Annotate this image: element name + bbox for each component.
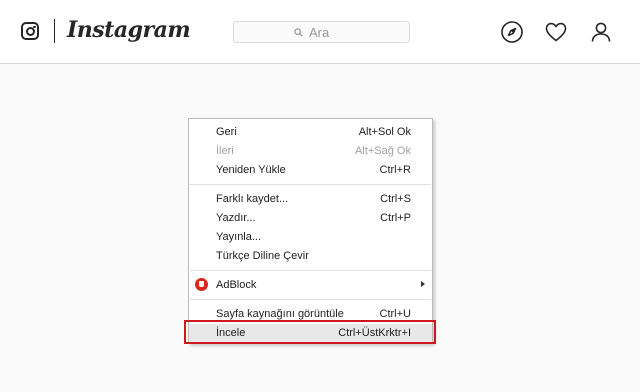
instagram-camera-icon[interactable] (21, 22, 39, 40)
context-menu: Geri Alt+Sol Ok İleri Alt+Sağ Ok Yeniden… (188, 118, 433, 344)
menu-item-back[interactable]: Geri Alt+Sol Ok (189, 123, 432, 141)
menu-item-label: Yeniden Yükle (216, 164, 286, 176)
menu-item-label: Yazdır... (216, 212, 256, 224)
menu-separator (190, 299, 431, 300)
search-icon (294, 27, 303, 37)
logo-divider (54, 19, 55, 43)
menu-item-label: Geri (216, 126, 237, 138)
menu-item-shortcut: Ctrl+R (379, 164, 411, 176)
menu-separator (190, 184, 431, 185)
menu-item-shortcut: Alt+Sağ Ok (355, 145, 411, 157)
menu-item-print[interactable]: Yazdır... Ctrl+P (189, 209, 432, 227)
menu-item-adblock[interactable]: AdBlock (189, 276, 432, 294)
menu-item-save-as[interactable]: Farklı kaydet... Ctrl+S (189, 190, 432, 208)
adblock-icon (195, 278, 208, 291)
menu-item-shortcut: Alt+Sol Ok (358, 126, 411, 138)
compass-icon[interactable] (500, 20, 524, 44)
submenu-arrow-icon (421, 281, 425, 287)
menu-item-shortcut: Ctrl+U (379, 308, 411, 320)
menu-item-shortcut: Ctrl+S (380, 193, 411, 205)
menu-item-label: İleri (216, 145, 234, 157)
menu-item-label: Sayfa kaynağını görüntüle (216, 308, 344, 320)
menu-item-label: AdBlock (216, 279, 257, 291)
menu-item-reload[interactable]: Yeniden Yükle Ctrl+R (189, 161, 432, 179)
menu-item-forward[interactable]: İleri Alt+Sağ Ok (189, 142, 432, 160)
instagram-wordmark[interactable]: Instagram (67, 17, 191, 43)
profile-icon[interactable] (589, 20, 613, 44)
menu-item-label: Türkçe Diline Çevir (216, 250, 309, 262)
top-navbar: Instagram (0, 0, 640, 64)
menu-item-label: Farklı kaydet... (216, 193, 289, 205)
menu-item-shortcut: Ctrl+P (380, 212, 411, 224)
menu-separator (190, 270, 431, 271)
search-box[interactable] (233, 21, 410, 43)
menu-item-translate[interactable]: Türkçe Diline Çevir (189, 247, 432, 265)
inspect-highlight-box (184, 320, 436, 344)
search-input[interactable] (309, 24, 349, 40)
menu-item-label: Yayınla... (216, 231, 262, 243)
heart-icon[interactable] (544, 20, 568, 44)
menu-item-cast[interactable]: Yayınla... (189, 228, 432, 246)
